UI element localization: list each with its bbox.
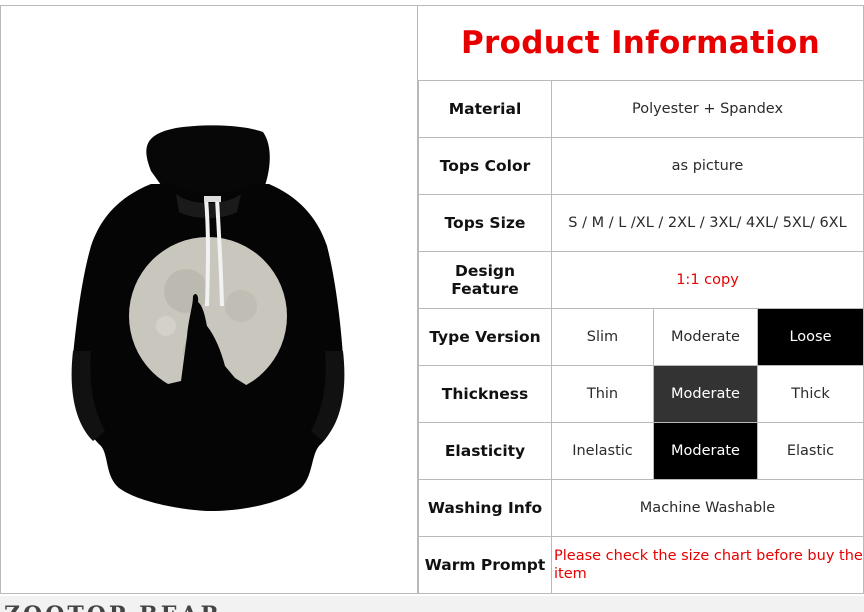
elasticity-option-moderate: Moderate (654, 423, 758, 480)
type-version-label: Type Version (418, 309, 552, 366)
tops-color-label: Tops Color (418, 138, 552, 195)
warm-prompt-value: Please check the size chart before buy t… (552, 537, 864, 594)
elasticity-option-elastic: Elastic (758, 423, 864, 480)
row-washing-info: Washing Info Machine Washable (418, 480, 864, 537)
washing-info-label: Washing Info (418, 480, 552, 537)
product-info-table: Product Information Material Polyester +… (418, 5, 864, 595)
table-title: Product Information (418, 5, 864, 81)
row-elasticity: Elasticity Inelastic Moderate Elastic (418, 423, 864, 480)
row-thickness: Thickness Thin Moderate Thick (418, 366, 864, 423)
row-type-version: Type Version Slim Moderate Loose (418, 309, 864, 366)
tops-color-value: as picture (552, 138, 864, 195)
next-image-strip: ZOOTOP BEAR (0, 596, 864, 612)
elasticity-option-inelastic: Inelastic (552, 423, 654, 480)
thickness-label: Thickness (418, 366, 552, 423)
row-warm-prompt: Warm Prompt Please check the size chart … (418, 537, 864, 594)
row-material: Material Polyester + Spandex (418, 81, 864, 138)
type-version-option-slim: Slim (552, 309, 654, 366)
tops-size-value: S / M / L /XL / 2XL / 3XL/ 4XL/ 5XL/ 6XL (552, 195, 864, 252)
washing-info-value: Machine Washable (552, 480, 864, 537)
hoodie-image (71, 125, 345, 511)
row-tops-color: Tops Color as picture (418, 138, 864, 195)
elasticity-label: Elasticity (418, 423, 552, 480)
type-version-option-moderate: Moderate (654, 309, 758, 366)
tops-size-label: Tops Size (418, 195, 552, 252)
row-tops-size: Tops Size S / M / L /XL / 2XL / 3XL/ 4XL… (418, 195, 864, 252)
design-feature-value: 1:1 copy (552, 252, 864, 309)
row-design-feature: Design Feature 1:1 copy (418, 252, 864, 309)
thickness-option-thick: Thick (758, 366, 864, 423)
material-value: Polyester + Spandex (552, 81, 864, 138)
thickness-option-moderate: Moderate (654, 366, 758, 423)
warm-prompt-label: Warm Prompt (418, 537, 552, 594)
type-version-option-loose: Loose (758, 309, 864, 366)
product-info-sheet: Product Information Material Polyester +… (0, 5, 864, 595)
product-image-panel (0, 5, 418, 594)
design-feature-label: Design Feature (418, 252, 552, 309)
thickness-option-thin: Thin (552, 366, 654, 423)
brand-banner-text: ZOOTOP BEAR (4, 602, 222, 612)
material-label: Material (418, 81, 552, 138)
